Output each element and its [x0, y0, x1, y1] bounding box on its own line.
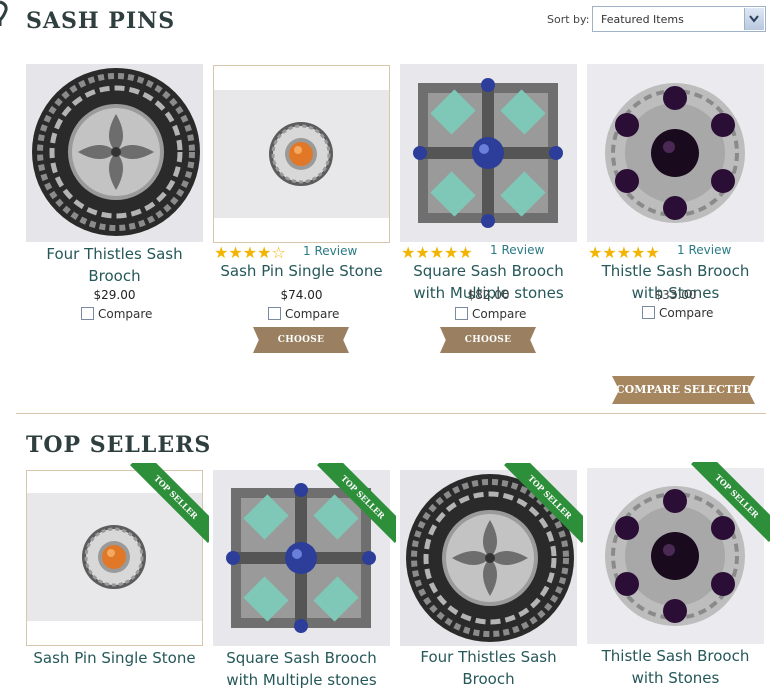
product-price: $33.00: [654, 288, 697, 302]
product-image-square-sash-brooch[interactable]: [400, 64, 577, 242]
corner-logo-fragment: [0, 0, 8, 26]
sort-label: Sort by:: [547, 13, 590, 26]
product-price: $29.00: [93, 288, 136, 302]
page-title: SASH PINS: [26, 8, 176, 34]
compare-checkbox[interactable]: Compare: [642, 306, 713, 320]
star-rating: ★★★★★: [588, 243, 660, 261]
star-rating: ★★★★☆: [214, 243, 286, 261]
compare-label: Compare: [285, 307, 340, 321]
product-name-line1[interactable]: Four Thistles Sash: [46, 245, 182, 263]
top-seller-name-line2[interactable]: Brooch: [462, 670, 514, 688]
product-image-thistle-sash-brooch[interactable]: [587, 64, 764, 242]
review-count-link[interactable]: 1 Review: [677, 243, 731, 257]
section-divider: [16, 413, 766, 414]
checkbox-icon[interactable]: [81, 307, 94, 320]
checkbox-icon[interactable]: [455, 307, 468, 320]
top-seller-name[interactable]: Square Sash Brooch with Multiple stones: [213, 647, 390, 691]
compare-label: Compare: [659, 306, 714, 320]
choose-options-button[interactable]: CHOOSE OPTIONS: [440, 327, 536, 353]
top-seller-name[interactable]: Four Thistles Sash Brooch: [400, 646, 577, 690]
choose-options-button[interactable]: CHOOSE OPTIONS: [253, 327, 349, 353]
top-sellers-title: TOP SELLERS: [26, 432, 212, 458]
top-seller-image-four-thistles[interactable]: [400, 470, 577, 646]
top-seller-name[interactable]: Thistle Sash Brooch with Stones: [587, 645, 764, 689]
star-rating: ★★★★★: [401, 243, 473, 261]
sort-select[interactable]: Featured Items: [592, 6, 766, 32]
compare-selected-button[interactable]: COMPARE SELECTED: [612, 376, 755, 404]
top-seller-image-square-brooch[interactable]: [213, 470, 390, 646]
sort-selected-value: Featured Items: [601, 13, 684, 26]
chevron-down-icon[interactable]: [744, 8, 764, 30]
compare-checkbox[interactable]: Compare: [81, 307, 152, 321]
product-name-line2[interactable]: Brooch: [88, 267, 140, 285]
checkbox-icon[interactable]: [268, 307, 281, 320]
product-name-line1[interactable]: Thistle Sash Brooch: [602, 262, 750, 280]
product-price: $74.00: [280, 288, 323, 302]
top-seller-image-sash-pin[interactable]: [26, 470, 203, 646]
top-seller-name[interactable]: Sash Pin Single Stone: [26, 647, 203, 669]
checkbox-icon[interactable]: [642, 306, 655, 319]
product-name-line1[interactable]: Square Sash Brooch: [413, 262, 564, 280]
top-seller-name-line2[interactable]: with Multiple stones: [226, 671, 376, 689]
product-name[interactable]: Sash Pin Single Stone: [213, 260, 390, 282]
product-image-sash-pin-single-stone[interactable]: [213, 65, 390, 243]
product-name[interactable]: Four Thistles Sash Brooch: [26, 243, 203, 287]
top-seller-name-line2[interactable]: with Stones: [632, 669, 720, 687]
compare-checkbox[interactable]: Compare: [268, 307, 339, 321]
top-seller-name-line1[interactable]: Square Sash Brooch: [226, 649, 377, 667]
compare-label: Compare: [472, 307, 527, 321]
product-price: $82.00: [467, 288, 510, 302]
review-count-link[interactable]: 1 Review: [303, 244, 357, 258]
top-seller-name-line1[interactable]: Thistle Sash Brooch: [602, 647, 750, 665]
top-seller-name-line1[interactable]: Four Thistles Sash: [420, 648, 556, 666]
top-seller-name-line1[interactable]: Sash Pin Single Stone: [33, 649, 195, 667]
compare-label: Compare: [98, 307, 153, 321]
product-image-four-thistles[interactable]: [26, 64, 203, 242]
review-count-link[interactable]: 1 Review: [490, 243, 544, 257]
compare-checkbox[interactable]: Compare: [455, 307, 526, 321]
top-seller-image-thistle-brooch[interactable]: [587, 468, 764, 644]
product-name-line1[interactable]: Sash Pin Single Stone: [220, 262, 382, 280]
